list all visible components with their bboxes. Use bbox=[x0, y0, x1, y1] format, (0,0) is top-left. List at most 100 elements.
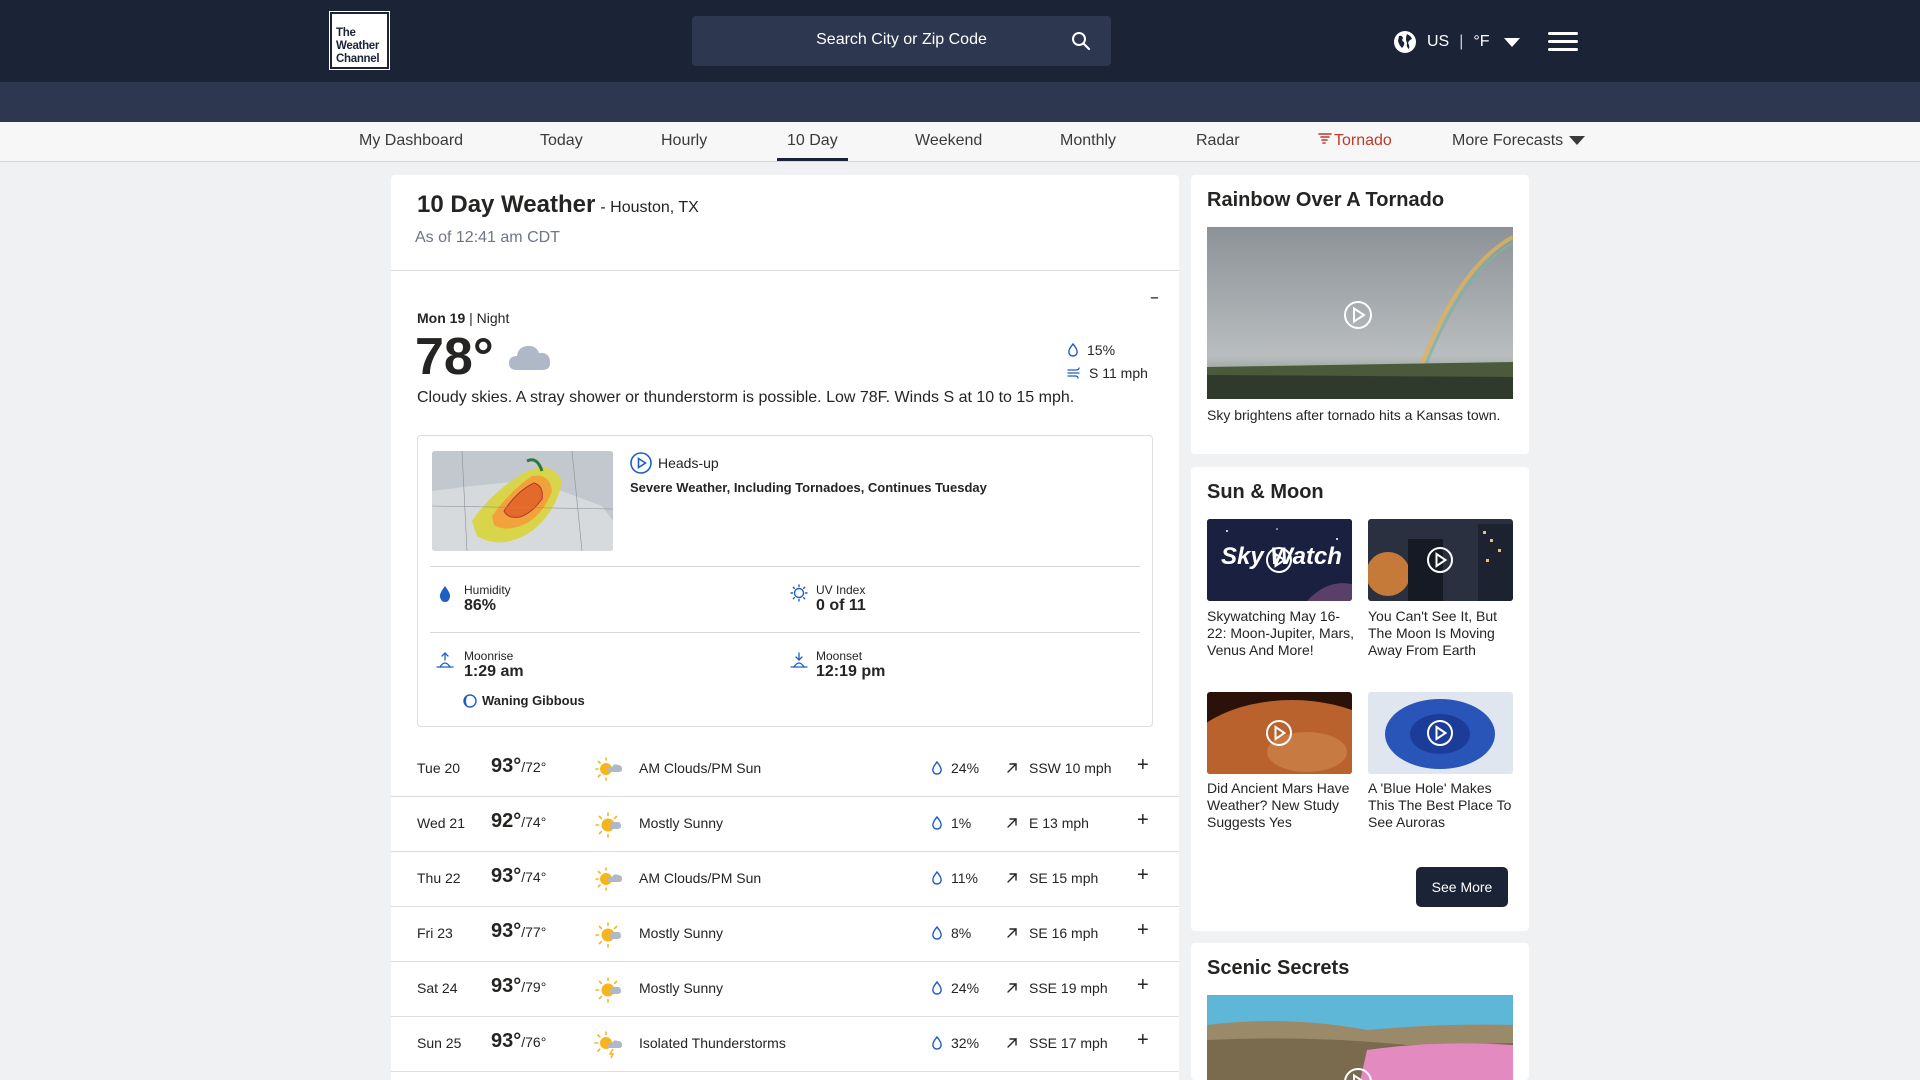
play-circle-icon[interactable] bbox=[1265, 719, 1293, 747]
locale-selector[interactable]: US | °F bbox=[1393, 30, 1520, 54]
severe-weather-map-thumbnail[interactable] bbox=[432, 451, 613, 551]
video-headline[interactable]: Severe Weather, Including Tornadoes, Con… bbox=[630, 480, 987, 495]
uv-value: 0 of 11 bbox=[816, 597, 866, 614]
forecast-row[interactable]: Fri 23 93°/77° Mostly Sunny 8% SE 16 mph + bbox=[391, 907, 1179, 962]
play-circle-icon[interactable] bbox=[1265, 546, 1293, 574]
raindrop-icon bbox=[932, 1036, 942, 1050]
unit-label: °F bbox=[1473, 33, 1490, 50]
forecast-wind: E 13 mph bbox=[1029, 815, 1089, 831]
forecast-day: Tue 20 bbox=[417, 760, 461, 776]
heads-up-tag: Heads-up bbox=[630, 452, 719, 474]
forecast-row[interactable]: Thu 22 93°/74° AM Clouds/PM Sun 11% SE 15 mp… bbox=[391, 852, 1179, 907]
skywatch-thumbnail[interactable]: Sky Watch bbox=[1207, 519, 1352, 601]
divider bbox=[430, 632, 1140, 633]
see-more-button[interactable]: See More bbox=[1416, 867, 1508, 907]
forecast-low: /74° bbox=[521, 869, 547, 885]
forecast-high: 93° bbox=[491, 755, 522, 777]
tab-more-forecasts-label: More Forecasts bbox=[1452, 132, 1564, 149]
moonrise-value: 1:29 am bbox=[464, 663, 524, 680]
collapse-button[interactable]: – bbox=[1150, 287, 1159, 308]
play-circle-icon[interactable] bbox=[1426, 719, 1454, 747]
tab-hourly[interactable]: Hourly bbox=[661, 132, 707, 150]
forecast-temps: 93°/74° bbox=[491, 865, 546, 888]
locale-separator: | bbox=[1459, 33, 1464, 50]
heads-up-label: Heads-up bbox=[658, 455, 719, 471]
raindrop-icon bbox=[932, 871, 942, 885]
tab-more-forecasts[interactable]: More Forecasts bbox=[1452, 132, 1586, 150]
expand-row-button[interactable]: + bbox=[1137, 919, 1149, 942]
expand-row-button[interactable]: + bbox=[1137, 974, 1149, 997]
current-day-label: Mon 19 | Night bbox=[417, 310, 509, 326]
forecast-day: Sun 25 bbox=[417, 1035, 462, 1051]
weather-channel-logo[interactable]: The Weather Channel bbox=[329, 11, 390, 70]
forecast-row[interactable]: Sat 24 93°/79° Mostly Sunny 24% SSE 19 mph + bbox=[391, 962, 1179, 1017]
search-icon[interactable] bbox=[1071, 31, 1091, 51]
tab-tornado[interactable]: Tornado bbox=[1318, 132, 1392, 150]
blue-hole-thumbnail[interactable] bbox=[1368, 692, 1513, 774]
moonrise-label: Moonrise bbox=[464, 649, 514, 663]
expand-row-button[interactable]: + bbox=[1137, 809, 1149, 832]
tab-my-dashboard[interactable]: My Dashboard bbox=[359, 132, 463, 150]
chevron-down-icon bbox=[1569, 136, 1586, 146]
search-input[interactable]: Search City or Zip Code bbox=[692, 16, 1111, 66]
current-side-stats: 15% S 11 mph bbox=[1067, 338, 1148, 384]
raindrop-icon bbox=[932, 926, 942, 940]
forecast-day: Fri 23 bbox=[417, 925, 453, 941]
top-header: The Weather Channel Search City or Zip C… bbox=[0, 0, 1920, 82]
current-wind: S 11 mph bbox=[1067, 361, 1148, 384]
forecast-row[interactable]: Wed 21 92°/74° Mostly Sunny 1% E 13 mph + bbox=[391, 797, 1179, 852]
forecast-wind: SE 15 mph bbox=[1029, 870, 1099, 886]
current-rain-value: 15% bbox=[1087, 341, 1116, 358]
raindrop-icon bbox=[932, 816, 942, 830]
globe-icon bbox=[1394, 31, 1416, 53]
moon-moving-thumbnail[interactable] bbox=[1368, 519, 1513, 601]
rainbow-title[interactable]: Rainbow Over A Tornado bbox=[1207, 189, 1444, 212]
forecast-condition: AM Clouds/PM Sun bbox=[639, 760, 762, 776]
play-circle-icon[interactable] bbox=[1426, 546, 1454, 574]
divider bbox=[430, 566, 1140, 567]
play-circle-icon[interactable] bbox=[1343, 1067, 1373, 1080]
tab-today[interactable]: Today bbox=[540, 132, 583, 150]
cloudy-icon bbox=[509, 345, 551, 370]
moonrise-stat: Moonrise 1:29 am bbox=[464, 649, 524, 681]
forecast-wind: SE 16 mph bbox=[1029, 925, 1099, 941]
expand-row-button[interactable]: + bbox=[1137, 1029, 1149, 1052]
forecast-condition: Mostly Sunny bbox=[639, 980, 724, 996]
tab-monthly[interactable]: Monthly bbox=[1060, 132, 1116, 150]
isolated-thunderstorms-icon bbox=[594, 1031, 622, 1059]
forecast-high: 93° bbox=[491, 920, 522, 942]
ancient-mars-thumbnail[interactable] bbox=[1207, 692, 1352, 774]
forecast-precip: 24% bbox=[951, 980, 980, 996]
wind-direction-arrow-icon bbox=[1007, 1038, 1017, 1048]
forecast-row[interactable]: Tue 20 93°/72° AM Clouds/PM Sun 24% SSW 10 m… bbox=[391, 742, 1179, 797]
sun-moon-item-1-caption[interactable]: Skywatching May 16-22: Moon-Jupiter, Mar… bbox=[1207, 608, 1357, 659]
forecast-precip: 24% bbox=[951, 760, 980, 776]
tab-radar[interactable]: Radar bbox=[1196, 132, 1240, 150]
uv-label: UV Index bbox=[816, 583, 866, 597]
moonset-stat: Moonset 12:19 pm bbox=[816, 649, 885, 681]
expand-row-button[interactable]: + bbox=[1137, 864, 1149, 887]
current-rain: 15% bbox=[1067, 338, 1148, 361]
forecast-wind: SSE 19 mph bbox=[1029, 980, 1108, 996]
forecast-day: Thu 22 bbox=[417, 870, 461, 886]
sub-header-bar bbox=[0, 82, 1920, 122]
expand-row-button[interactable]: + bbox=[1137, 754, 1149, 777]
forecast-high: 93° bbox=[491, 865, 522, 887]
forecast-condition: Mostly Sunny bbox=[639, 925, 724, 941]
logo-line-3: Channel bbox=[336, 53, 380, 65]
forecast-row[interactable]: Sun 25 93°/76° Isolated Thunderstorms 32% SS… bbox=[391, 1017, 1179, 1072]
sun-moon-item-3-caption[interactable]: Did Ancient Mars Have Weather? New Study… bbox=[1207, 780, 1357, 831]
current-description: Cloudy skies. A stray shower or thunders… bbox=[417, 389, 1075, 406]
forecast-wind: SSE 17 mph bbox=[1029, 1035, 1108, 1051]
tab-10-day[interactable]: 10 Day bbox=[777, 132, 848, 161]
tab-weekend[interactable]: Weekend bbox=[915, 132, 982, 150]
moonset-label: Moonset bbox=[816, 649, 863, 663]
moonset-value: 12:19 pm bbox=[816, 663, 886, 680]
chevron-down-icon bbox=[1503, 37, 1520, 47]
play-circle-icon[interactable] bbox=[1343, 300, 1373, 330]
mostly-sunny-icon bbox=[595, 922, 621, 948]
sun-moon-item-2-caption[interactable]: You Can't See It, But The Moon Is Moving… bbox=[1368, 608, 1518, 659]
sun-moon-item-4-caption[interactable]: A 'Blue Hole' Makes This The Best Place … bbox=[1368, 780, 1518, 831]
hamburger-menu-icon[interactable] bbox=[1548, 32, 1578, 52]
rainbow-caption[interactable]: Sky brightens after tornado hits a Kansa… bbox=[1207, 407, 1500, 424]
